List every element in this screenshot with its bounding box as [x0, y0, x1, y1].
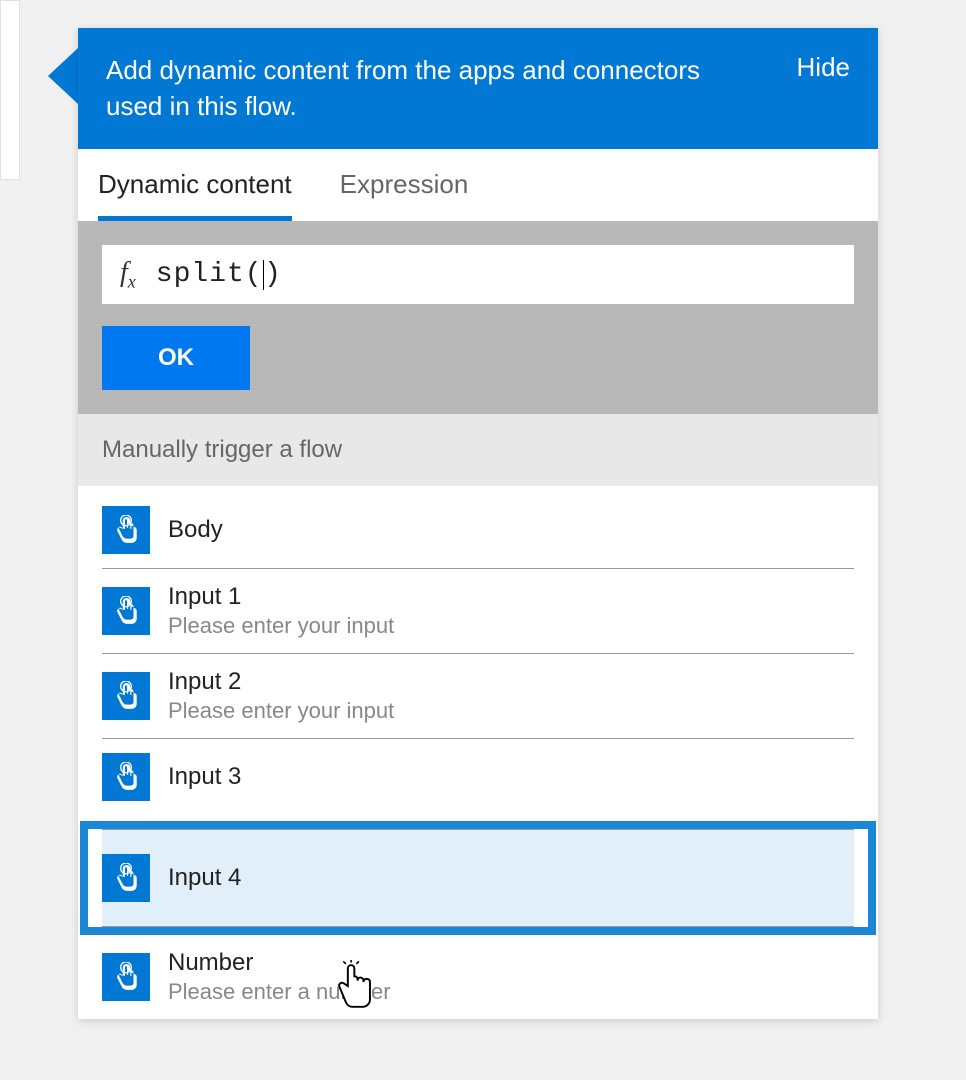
fx-icon: fx — [120, 257, 136, 293]
tab-dynamic-content[interactable]: Dynamic content — [98, 149, 292, 221]
item-input-3[interactable]: Input 3 — [102, 739, 854, 815]
item-title: Number — [168, 949, 391, 977]
expression-left: split( — [156, 259, 263, 290]
item-title: Body — [168, 516, 223, 544]
dynamic-content-panel: Add dynamic content from the apps and co… — [78, 28, 878, 1019]
section-manually-trigger: Manually trigger a flow — [78, 414, 878, 486]
header-text: Add dynamic content from the apps and co… — [106, 52, 706, 125]
expression-text: split() — [156, 259, 282, 290]
tab-expression[interactable]: Expression — [340, 149, 469, 221]
item-title: Input 3 — [168, 763, 241, 791]
touch-icon — [102, 672, 150, 720]
item-title: Input 4 — [168, 864, 241, 892]
background-card-stub — [0, 0, 20, 180]
item-subtitle: Please enter your input — [168, 698, 394, 724]
item-title: Input 1 — [168, 583, 394, 611]
expression-input[interactable]: fx split() — [102, 245, 854, 305]
item-number[interactable]: Number Please enter a number — [102, 935, 854, 1019]
highlighted-selection: Input 4 — [80, 821, 876, 935]
item-title: Input 2 — [168, 668, 394, 696]
item-input-2[interactable]: Input 2 Please enter your input — [102, 654, 854, 739]
item-input-4[interactable]: Input 4 — [102, 829, 854, 927]
touch-icon — [102, 854, 150, 902]
expression-area: fx split() OK — [78, 221, 878, 415]
item-body[interactable]: Body — [102, 486, 854, 569]
expression-right: ) — [264, 259, 282, 290]
panel-header: Add dynamic content from the apps and co… — [78, 28, 878, 149]
item-subtitle: Please enter a number — [168, 979, 391, 1005]
callout-pointer — [48, 48, 78, 104]
touch-icon — [102, 753, 150, 801]
item-input-1[interactable]: Input 1 Please enter your input — [102, 569, 854, 654]
hide-link[interactable]: Hide — [797, 52, 850, 83]
ok-button[interactable]: OK — [102, 326, 250, 390]
item-subtitle: Please enter your input — [168, 613, 394, 639]
touch-icon — [102, 506, 150, 554]
touch-icon — [102, 587, 150, 635]
dynamic-items-list: Body Input 1 Please enter your input Inp… — [78, 486, 878, 1019]
tabs: Dynamic content Expression — [78, 149, 878, 221]
touch-icon — [102, 953, 150, 1001]
